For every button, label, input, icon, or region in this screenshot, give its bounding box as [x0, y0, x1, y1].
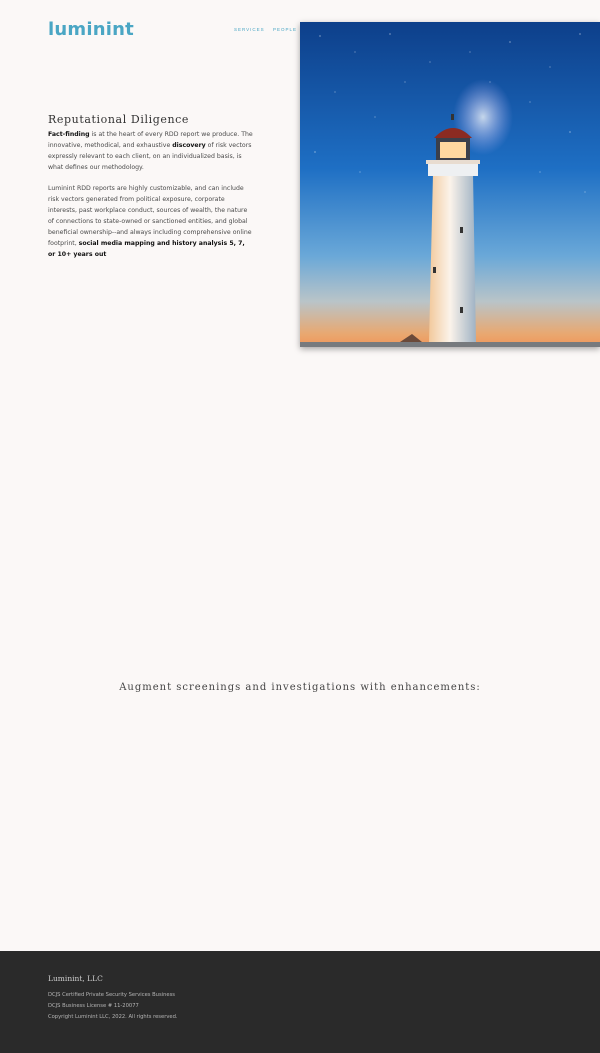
augment-heading: Augment screenings and investigations wi…	[119, 682, 481, 693]
nav-services[interactable]: SERVICES	[234, 27, 273, 32]
lighthouse-photo	[300, 22, 600, 347]
site-footer: Luminint, LLC DCJS Certified Private Sec…	[0, 951, 600, 1053]
emphasis-discovery: discovery	[172, 142, 206, 149]
intro-paragraph-2: Luminint RDD reports are highly customiz…	[48, 183, 253, 260]
footer-company: Luminint, LLC	[48, 974, 103, 983]
emphasis-fact-finding: Fact-finding	[48, 131, 90, 138]
section-title: Reputational Diligence	[48, 113, 189, 126]
intro-paragraph-1: Fact-finding is at the heart of every RD…	[48, 129, 253, 173]
footer-copyright: Copyright Luminint LLC, 2022. All rights…	[48, 1014, 178, 1020]
footer-line-2: DCJS Business License # 11-20077	[48, 1003, 139, 1009]
intro-p2-text: Luminint RDD reports are highly customiz…	[48, 185, 252, 247]
site-logo[interactable]: luminint	[48, 19, 134, 40]
footer-line-1: DCJS Certified Private Security Services…	[48, 992, 175, 998]
